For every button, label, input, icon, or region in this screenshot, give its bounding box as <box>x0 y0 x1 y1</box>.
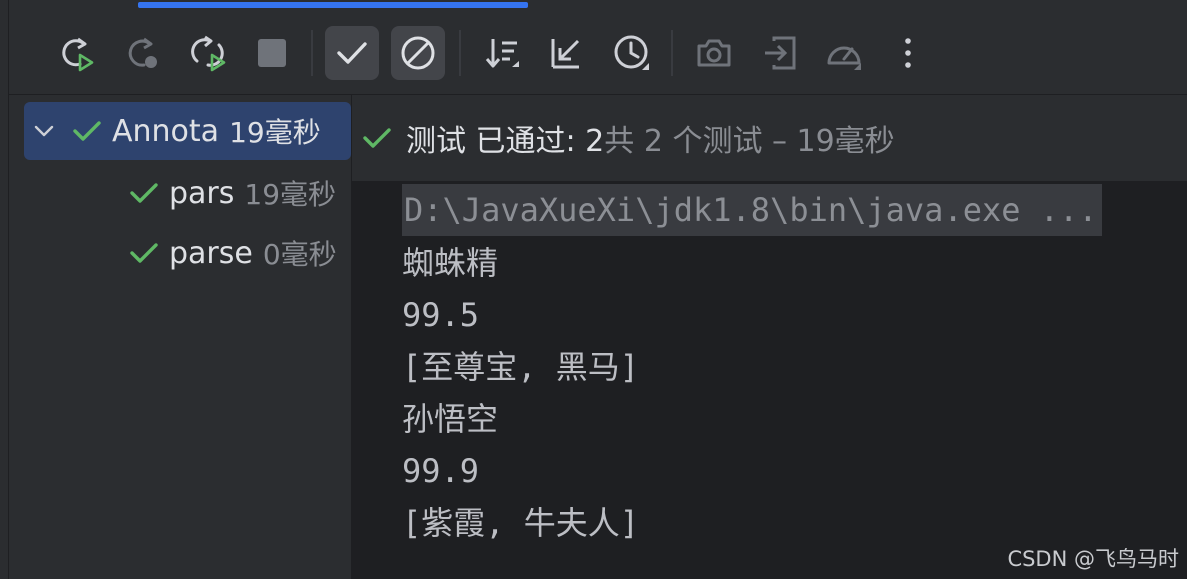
tree-item-duration: 0毫秒 <box>262 238 337 271</box>
console-line: 蜘蛛精 <box>402 244 499 282</box>
toggle-auto-test-icon <box>191 35 226 72</box>
tree-item-duration: 19毫秒 <box>244 178 337 211</box>
collapse-button[interactable] <box>539 26 593 80</box>
more-options-icon <box>905 38 911 68</box>
status-passed-text: 测试 已通过: 2 <box>406 124 605 159</box>
console-line: 99.9 <box>402 452 480 490</box>
tree-item-root[interactable]: Annota 19毫秒 <box>24 102 351 160</box>
tree-item-duration: 19毫秒 <box>229 116 321 149</box>
sort-button[interactable] <box>475 26 529 80</box>
collapse-icon <box>551 39 580 69</box>
active-tab-indicator[interactable] <box>138 2 528 8</box>
import-tests-icon <box>765 36 796 70</box>
rerun-failed-button[interactable] <box>115 26 169 80</box>
toolbar-separator <box>671 30 673 76</box>
passed-check-icon <box>363 128 391 148</box>
stop-icon <box>258 39 286 67</box>
tree-item-test[interactable]: pars 19毫秒 <box>127 164 336 222</box>
tab-strip <box>0 0 1187 10</box>
watermark: CSDN @飞鸟马时 <box>1007 547 1179 571</box>
console-command-line: D:\JavaXueXi\jdk1.8\bin\java.exe ... <box>402 184 1102 236</box>
rerun-failed-icon <box>128 37 157 68</box>
history-button[interactable] <box>605 26 659 80</box>
console-line: [紫霞, 牛夫人] <box>402 504 640 542</box>
tree-item-name: Annota <box>112 113 220 149</box>
show-ignored-icon <box>401 36 435 70</box>
passed-check-icon <box>130 183 158 203</box>
history-icon <box>614 35 649 70</box>
more-options-button[interactable] <box>881 26 935 80</box>
tree-item-name: pars <box>169 175 235 211</box>
show-passed-icon <box>337 42 367 64</box>
test-runner-window: Annota 19毫秒 pars 19毫秒 parse 0毫秒 测试 已通过: … <box>0 0 1187 579</box>
tree-item-test[interactable]: parse 0毫秒 <box>127 224 337 282</box>
test-status-header: 测试 已通过: 2共 2 个测试 – 19毫秒 <box>352 95 1187 181</box>
console-output[interactable]: D:\JavaXueXi\jdk1.8\bin\java.exe ... 蜘蛛精… <box>352 181 1187 579</box>
sort-icon <box>485 39 519 68</box>
chevron-down-icon[interactable] <box>30 117 58 145</box>
console-line: 99.5 <box>402 296 480 334</box>
import-tests-button[interactable] <box>753 26 807 80</box>
show-ignored-button[interactable] <box>391 26 445 80</box>
console-line: 孙悟空 <box>402 400 499 438</box>
tree-item-name: parse <box>169 235 253 271</box>
rerun-button[interactable] <box>49 26 103 80</box>
stop-button[interactable] <box>245 26 299 80</box>
test-tree: Annota 19毫秒 pars 19毫秒 parse 0毫秒 <box>9 95 352 579</box>
passed-check-icon <box>130 243 158 263</box>
screenshot-button[interactable] <box>687 26 741 80</box>
rerun-icon <box>62 37 94 72</box>
left-edge <box>0 0 9 579</box>
passed-check-icon <box>73 121 101 141</box>
status-summary-text: 共 2 个测试 – 19毫秒 <box>604 124 895 159</box>
show-passed-button[interactable] <box>325 26 379 80</box>
toolbar-separator <box>311 30 313 76</box>
test-toolbar <box>9 10 1187 95</box>
screenshot-icon <box>697 39 731 67</box>
profiler-button[interactable] <box>817 26 871 80</box>
profiler-icon <box>827 46 861 70</box>
toolbar-separator <box>459 30 461 76</box>
toggle-auto-test-button[interactable] <box>181 26 235 80</box>
console-line: [至尊宝, 黑马] <box>402 348 640 386</box>
